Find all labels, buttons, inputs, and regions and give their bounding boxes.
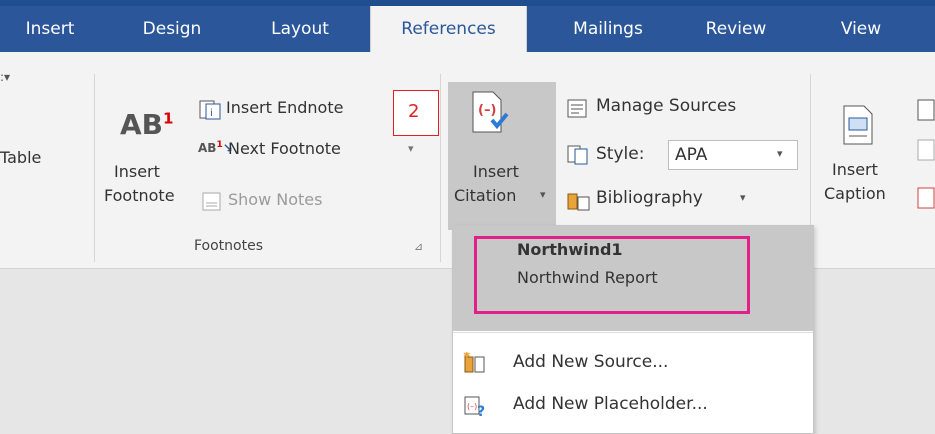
show-notes-label: Show Notes xyxy=(228,190,323,209)
table-label: Table xyxy=(0,148,42,167)
chevron-down-icon: ▾ xyxy=(777,147,783,160)
show-notes-button: Show Notes xyxy=(198,190,368,214)
menu-divider xyxy=(453,332,813,333)
style-select-value: APA xyxy=(675,145,708,165)
insert-footnote-button[interactable]: AB1 Insert Footnote xyxy=(104,102,178,212)
manage-sources-button[interactable]: Manage Sources xyxy=(566,96,786,122)
insert-citation-label-1: Insert xyxy=(473,162,519,181)
manage-sources-label: Manage Sources xyxy=(596,96,737,116)
tab-layout[interactable]: Layout xyxy=(248,6,352,52)
add-source-icon: ✱ xyxy=(463,352,485,373)
bibliography-icon xyxy=(567,193,590,211)
bibliography-button[interactable]: Bibliography ▾ xyxy=(566,188,766,214)
tab-view[interactable]: View xyxy=(826,6,896,52)
group-label-footnotes: Footnotes xyxy=(194,238,264,254)
tab-review[interactable]: Review xyxy=(686,6,786,52)
insert-endnote-label: Insert Endnote xyxy=(226,98,344,117)
add-new-placeholder-item[interactable]: (–) ? Add New Placeholder... xyxy=(453,388,813,422)
svg-text:(–): (–) xyxy=(478,103,496,118)
ribbon-tab-bar: Insert Design Layout References Mailings… xyxy=(0,0,935,52)
add-new-source-label: Add New Source... xyxy=(513,352,669,372)
next-footnote-button[interactable]: AB1↘ Next Footnote ▾ xyxy=(198,139,423,163)
insert-footnote-label-2: Footnote xyxy=(104,186,175,205)
style-label: Style: xyxy=(596,144,645,164)
insert-footnote-label-1: Insert xyxy=(114,162,160,181)
source-item-label: Northwind1 xyxy=(517,240,623,259)
manage-sources-icon xyxy=(567,99,587,118)
insert-caption-icon xyxy=(843,105,873,145)
tab-references[interactable]: References xyxy=(370,6,527,52)
insert-citation-label-2: Citation xyxy=(454,186,517,205)
svg-text:?: ? xyxy=(477,404,485,418)
chevron-down-icon[interactable]: ▾ xyxy=(408,142,414,155)
next-footnote-label: Next Footnote xyxy=(228,139,341,158)
insert-citation-button[interactable]: (–) Insert Citation ▾ xyxy=(448,82,556,230)
insert-citation-icon: (–) xyxy=(472,91,509,133)
callout-number: 2 xyxy=(408,101,420,122)
insert-endnote-icon: i xyxy=(199,100,221,120)
tab-mailings[interactable]: Mailings xyxy=(548,6,668,52)
dropdown-arrow-icon: :▾ xyxy=(0,70,11,84)
bibliography-label: Bibliography xyxy=(596,188,703,208)
group-divider xyxy=(440,74,441,262)
show-notes-icon xyxy=(202,192,221,211)
citation-style-control: Style: APA ▾ xyxy=(566,140,798,170)
style-icon xyxy=(567,145,588,165)
svg-text:(–): (–) xyxy=(467,402,477,411)
add-placeholder-icon: (–) ? xyxy=(464,396,485,418)
insert-citation-menu: Northwind1 Northwind Report ✱ Add New So… xyxy=(452,225,814,434)
style-select[interactable]: APA ▾ xyxy=(668,140,798,170)
callout-number-box: 2 xyxy=(393,90,439,136)
insert-caption-label-1: Insert xyxy=(832,160,878,179)
footnote-ab-icon: AB1 xyxy=(120,108,174,141)
insert-endnote-button[interactable]: i Insert Endnote xyxy=(198,98,393,122)
chevron-down-icon: ▾ xyxy=(740,191,746,204)
tab-design[interactable]: Design xyxy=(122,6,222,52)
add-new-placeholder-label: Add New Placeholder... xyxy=(513,394,708,414)
insert-caption-label-2: Caption xyxy=(824,184,886,203)
group-divider xyxy=(94,74,95,262)
source-item[interactable]: Northwind1 xyxy=(483,240,783,266)
captions-partial-icons xyxy=(917,99,935,209)
add-new-source-item[interactable]: ✱ Add New Source... xyxy=(453,346,813,380)
insert-caption-button[interactable]: Insert Caption xyxy=(824,96,904,216)
svg-text:i: i xyxy=(210,108,213,119)
source-item-label: Northwind Report xyxy=(517,268,658,287)
source-item[interactable]: Northwind Report xyxy=(483,268,783,294)
chevron-down-icon: ▾ xyxy=(540,188,546,201)
svg-text:✱: ✱ xyxy=(463,352,471,361)
dialog-launcher-icon[interactable]: ⊿ xyxy=(414,240,423,253)
tab-insert[interactable]: Insert xyxy=(0,6,100,52)
